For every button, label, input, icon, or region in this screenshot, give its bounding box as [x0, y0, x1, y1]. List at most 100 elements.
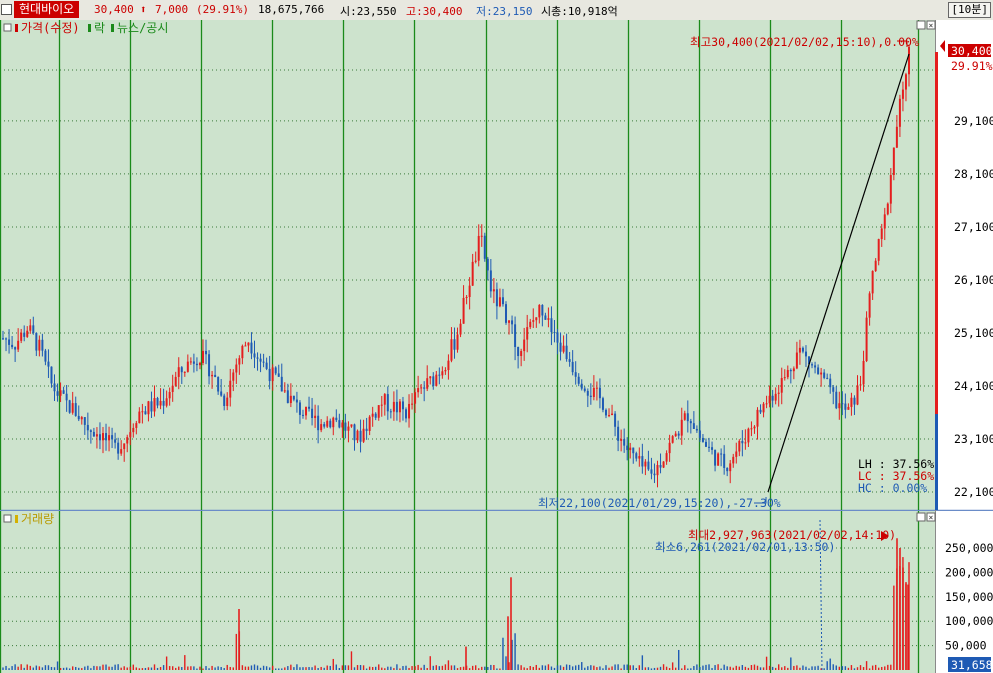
candle-body	[362, 428, 365, 442]
candle-body	[286, 390, 289, 404]
candle-body	[768, 395, 771, 404]
current-price-tag-label: 30,400	[951, 44, 993, 58]
candle-body	[738, 440, 741, 452]
candle-body	[377, 405, 380, 418]
candle-body	[492, 289, 495, 292]
candle-body	[498, 297, 501, 307]
candle-body	[571, 361, 574, 373]
candle-body	[120, 449, 123, 454]
candle-body	[398, 401, 401, 413]
candle-body	[883, 214, 886, 229]
candle-body	[332, 417, 335, 428]
candle-body	[444, 370, 447, 372]
candle-body	[856, 385, 859, 405]
candle-body	[686, 413, 689, 422]
legend-news[interactable]: 뉴스/공시	[117, 21, 168, 35]
minimize-icon[interactable]	[916, 512, 926, 522]
candle-body	[268, 368, 271, 382]
current-percent-tag: 29.91%	[951, 59, 993, 73]
legend-price[interactable]: 가격(수정)	[21, 21, 80, 35]
candle-body	[123, 443, 126, 450]
candle-body	[583, 388, 586, 391]
candle-body	[314, 415, 317, 418]
candle-body	[356, 430, 359, 441]
candle-body	[326, 420, 329, 427]
candle-body	[450, 339, 453, 361]
candle-body	[632, 447, 635, 454]
min-volume-annotation: 최소6,261(2021/02/01,13:50)	[655, 540, 835, 554]
candle-body	[29, 325, 32, 331]
candle-body	[383, 394, 386, 405]
candle-body	[892, 147, 895, 176]
candle-body	[532, 320, 535, 322]
candle-body	[526, 327, 529, 340]
candle-body	[480, 235, 483, 237]
candle-body	[677, 433, 680, 436]
candle-body	[726, 467, 729, 472]
stock-name[interactable]: 현대바이오	[14, 1, 80, 18]
candle-body	[32, 325, 35, 333]
price-panel-toggle[interactable]	[3, 23, 12, 32]
candle-body	[317, 415, 320, 431]
candle-body	[83, 417, 86, 425]
candle-body	[908, 46, 910, 75]
candle-body	[771, 395, 774, 401]
candle-body	[665, 453, 668, 462]
candle-body	[95, 434, 98, 437]
candle-body	[241, 345, 244, 359]
candle-body	[220, 391, 223, 396]
candle-body	[5, 338, 8, 340]
price-tick-label: 25,100	[954, 326, 993, 340]
candle-body	[353, 424, 356, 441]
candle-body	[111, 435, 114, 440]
candle-body	[674, 433, 677, 437]
candle-body	[523, 339, 526, 352]
candle-body	[689, 421, 692, 424]
period-selector[interactable]: [10분]	[948, 2, 991, 18]
minimize-icon[interactable]	[916, 20, 926, 30]
candle-body	[471, 261, 474, 286]
candle-body	[217, 377, 220, 392]
candle-body	[68, 400, 71, 413]
candle-body	[292, 395, 295, 400]
candle-body	[601, 398, 604, 410]
candle-body	[617, 426, 620, 441]
legend-volume[interactable]: 거래량	[21, 512, 54, 526]
candle-body	[77, 415, 80, 420]
candle-body	[465, 296, 468, 298]
candle-body	[595, 387, 598, 389]
candle-body	[529, 321, 532, 328]
candle-body	[520, 351, 523, 357]
candle-body	[168, 391, 171, 399]
candle-body	[477, 235, 480, 261]
candle-body	[35, 332, 38, 351]
open-price: 시:23,550	[340, 5, 397, 18]
candle-body	[186, 361, 189, 372]
candle-body	[811, 364, 814, 366]
candle-body	[680, 419, 683, 436]
legend-drop[interactable]: 락	[94, 21, 105, 35]
candle-body	[626, 445, 629, 451]
candle-body	[135, 423, 138, 428]
candle-body	[341, 422, 344, 428]
candle-body	[426, 378, 429, 389]
candle-body	[862, 360, 865, 385]
volume-panel-toggle[interactable]	[3, 514, 12, 523]
candle-body	[320, 424, 323, 431]
candle-body	[895, 126, 898, 148]
candle-body	[211, 374, 214, 377]
select-checkbox[interactable]	[1, 4, 12, 15]
candle-body	[641, 456, 644, 467]
candle-body	[777, 392, 780, 394]
candle-body	[877, 239, 880, 261]
candle-body	[253, 353, 256, 358]
candle-body	[874, 260, 877, 271]
candle-body	[432, 376, 435, 386]
candle-body	[589, 395, 592, 397]
price-tick-label: 28,100	[954, 167, 993, 181]
market-cap: 시총:10,918억	[541, 5, 618, 18]
candle-body	[247, 342, 250, 346]
candle-body	[283, 390, 286, 392]
current-volume-label: 31,658	[951, 658, 993, 672]
candle-body	[544, 315, 547, 320]
